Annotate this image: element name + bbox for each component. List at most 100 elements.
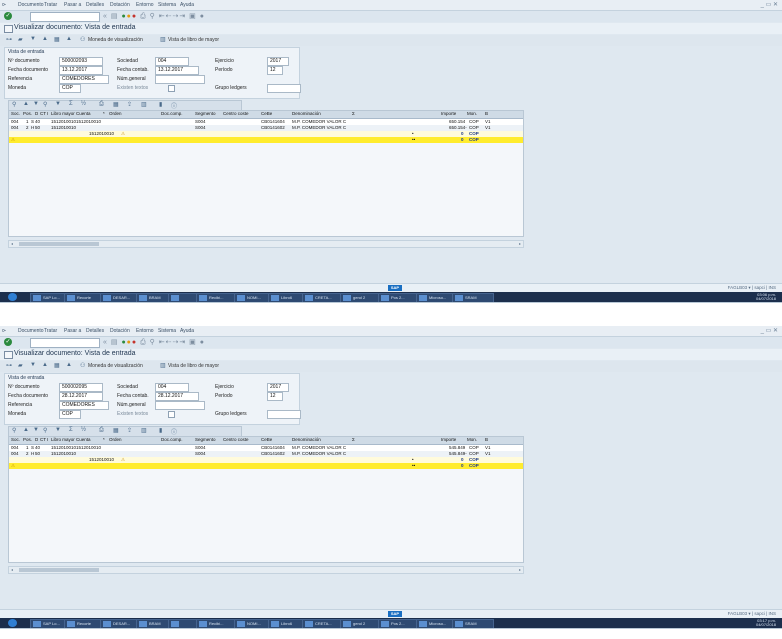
- column-header[interactable]: Importe: [441, 111, 456, 117]
- menu-item[interactable]: Ayuda: [180, 2, 194, 8]
- column-header[interactable]: Centro coste: [223, 111, 249, 117]
- windows-start-icon[interactable]: [8, 619, 17, 627]
- system-info[interactable]: FAGLB03 ▾ | sapci | INS: [728, 285, 776, 291]
- menu-item[interactable]: Entorno: [136, 328, 154, 334]
- filter-icon[interactable]: ▼: [55, 101, 61, 107]
- column-header[interactable]: Pos.: [23, 111, 32, 117]
- enter-icon[interactable]: ✓: [4, 12, 12, 20]
- details-icon[interactable]: ⚲: [12, 101, 16, 108]
- column-header[interactable]: D: [35, 111, 38, 117]
- layout-icon[interactable]: ▥: [141, 101, 147, 108]
- menu-item[interactable]: Pasar a: [64, 328, 81, 334]
- views-icon[interactable]: ▦: [113, 427, 119, 434]
- column-header[interactable]: Cuenta: [76, 111, 91, 117]
- column-header[interactable]: Centro coste: [223, 437, 249, 443]
- column-header[interactable]: I: [47, 437, 48, 443]
- doc-no-field[interactable]: 500002095: [59, 383, 103, 392]
- scroll-right-icon[interactable]: ▸: [519, 567, 521, 572]
- column-header[interactable]: CT: [40, 437, 46, 443]
- column-header[interactable]: Doc.comp.: [161, 437, 183, 443]
- details-icon[interactable]: ⚲: [12, 427, 16, 434]
- currency-icon[interactable]: ⚇: [80, 36, 85, 43]
- system-icons[interactable]: « ▤ ●●● ⎙ ⚲ ⇤⇠⇢⇥ ▣ ●: [103, 338, 205, 347]
- fiscal-year-field[interactable]: 2017: [267, 383, 289, 392]
- export-icon[interactable]: ⇪: [127, 427, 132, 434]
- column-header[interactable]: *: [103, 111, 105, 117]
- glasses-icon[interactable]: ⊶: [6, 36, 12, 43]
- sum-icon[interactable]: Σ: [69, 427, 73, 433]
- views-icon[interactable]: ▦: [113, 101, 119, 108]
- column-header[interactable]: Σ: [352, 111, 355, 117]
- ledger-icon[interactable]: ▥: [160, 362, 166, 369]
- column-header[interactable]: Orden: [109, 111, 122, 117]
- system-info[interactable]: FAGLB03 ▾ | sapci | INS: [728, 611, 776, 617]
- total-row[interactable]: ⚠ •• 0 COP: [9, 137, 523, 143]
- other-document-icon[interactable]: ▰: [18, 362, 23, 369]
- menu-item[interactable]: Pasar a: [64, 2, 81, 8]
- info-icon[interactable]: ⓘ: [171, 101, 177, 110]
- other-document-icon[interactable]: ▰: [18, 36, 23, 43]
- filter-icon[interactable]: ▼: [30, 362, 36, 368]
- total-row[interactable]: ⚠ •• 0 COP: [9, 463, 523, 469]
- taskbar-clock[interactable]: 03:06 p.m. 04/07/2018: [756, 293, 776, 301]
- company-field[interactable]: 004: [155, 57, 189, 66]
- menu-item[interactable]: Documento: [18, 328, 44, 334]
- find-icon[interactable]: ⚲: [43, 101, 47, 108]
- column-header[interactable]: CeBe: [261, 111, 272, 117]
- period-field[interactable]: 12: [267, 392, 283, 401]
- menu-item[interactable]: Ayuda: [180, 328, 194, 334]
- fiscal-year-field[interactable]: 2017: [267, 57, 289, 66]
- subtotal-icon[interactable]: ½: [81, 101, 86, 107]
- column-header[interactable]: Libro mayor: [51, 111, 75, 117]
- period-field[interactable]: 12: [267, 66, 283, 75]
- ledger-group-field[interactable]: [267, 410, 301, 419]
- column-header[interactable]: Denominación: [292, 111, 321, 117]
- ledger-view-button[interactable]: Vista de libro de mayor: [168, 363, 219, 369]
- menu-item[interactable]: Entorno: [136, 2, 154, 8]
- ledger-group-field[interactable]: [267, 84, 301, 93]
- column-header[interactable]: Doc.comp.: [161, 111, 183, 117]
- column-header[interactable]: I: [47, 111, 48, 117]
- column-header[interactable]: CT: [40, 111, 46, 117]
- doc-no-field[interactable]: 500002093: [59, 57, 103, 66]
- find-icon[interactable]: ⚲: [43, 427, 47, 434]
- cross-doc-field[interactable]: [155, 75, 205, 84]
- taxes-icon[interactable]: ▲: [66, 36, 72, 42]
- scroll-thumb[interactable]: [19, 568, 99, 572]
- column-header[interactable]: Soc.: [11, 111, 20, 117]
- taxes-icon[interactable]: ▲: [66, 362, 72, 368]
- taskbar-app-button[interactable]: SRAM: [452, 293, 494, 302]
- export-icon[interactable]: ⇪: [127, 101, 132, 108]
- command-field[interactable]: [30, 12, 100, 22]
- posting-date-field[interactable]: 13.12.2017: [155, 66, 199, 75]
- column-header[interactable]: D: [35, 437, 38, 443]
- sort-icon[interactable]: ▲: [42, 36, 48, 42]
- cross-doc-field[interactable]: [155, 401, 205, 410]
- sort-desc-icon[interactable]: ▼: [33, 101, 39, 107]
- filter-icon[interactable]: ▼: [55, 427, 61, 433]
- column-header[interactable]: Cuenta: [76, 437, 91, 443]
- column-header[interactable]: CeBe: [261, 437, 272, 443]
- menu-item[interactable]: Documento: [18, 2, 44, 8]
- column-header[interactable]: B: [485, 111, 488, 117]
- menu-icon[interactable]: ⊳: [2, 328, 6, 334]
- sort-asc-icon[interactable]: ▲: [23, 101, 29, 107]
- sort-desc-icon[interactable]: ▼: [33, 427, 39, 433]
- layout-icon[interactable]: ▦: [54, 36, 60, 43]
- sort-icon[interactable]: ▲: [42, 362, 48, 368]
- window-controls-icon[interactable]: _ ▭ ✕: [761, 1, 778, 8]
- column-header[interactable]: Mon.: [467, 111, 477, 117]
- menu-item[interactable]: Sistema: [158, 328, 176, 334]
- window-controls-icon[interactable]: _ ▭ ✕: [761, 327, 778, 334]
- column-header[interactable]: Orden: [109, 437, 122, 443]
- texts-checkbox[interactable]: [168, 411, 175, 418]
- sort-asc-icon[interactable]: ▲: [23, 427, 29, 433]
- command-field[interactable]: [30, 338, 100, 348]
- screen-menu-icon[interactable]: [4, 25, 13, 33]
- currency-field[interactable]: COP: [59, 410, 81, 419]
- scroll-left-icon[interactable]: ◂: [11, 241, 13, 246]
- column-header[interactable]: Pos.: [23, 437, 32, 443]
- column-header[interactable]: Denominación: [292, 437, 321, 443]
- doc-date-field[interactable]: 13.12.2017: [59, 66, 103, 75]
- filter-icon[interactable]: ▼: [30, 36, 36, 42]
